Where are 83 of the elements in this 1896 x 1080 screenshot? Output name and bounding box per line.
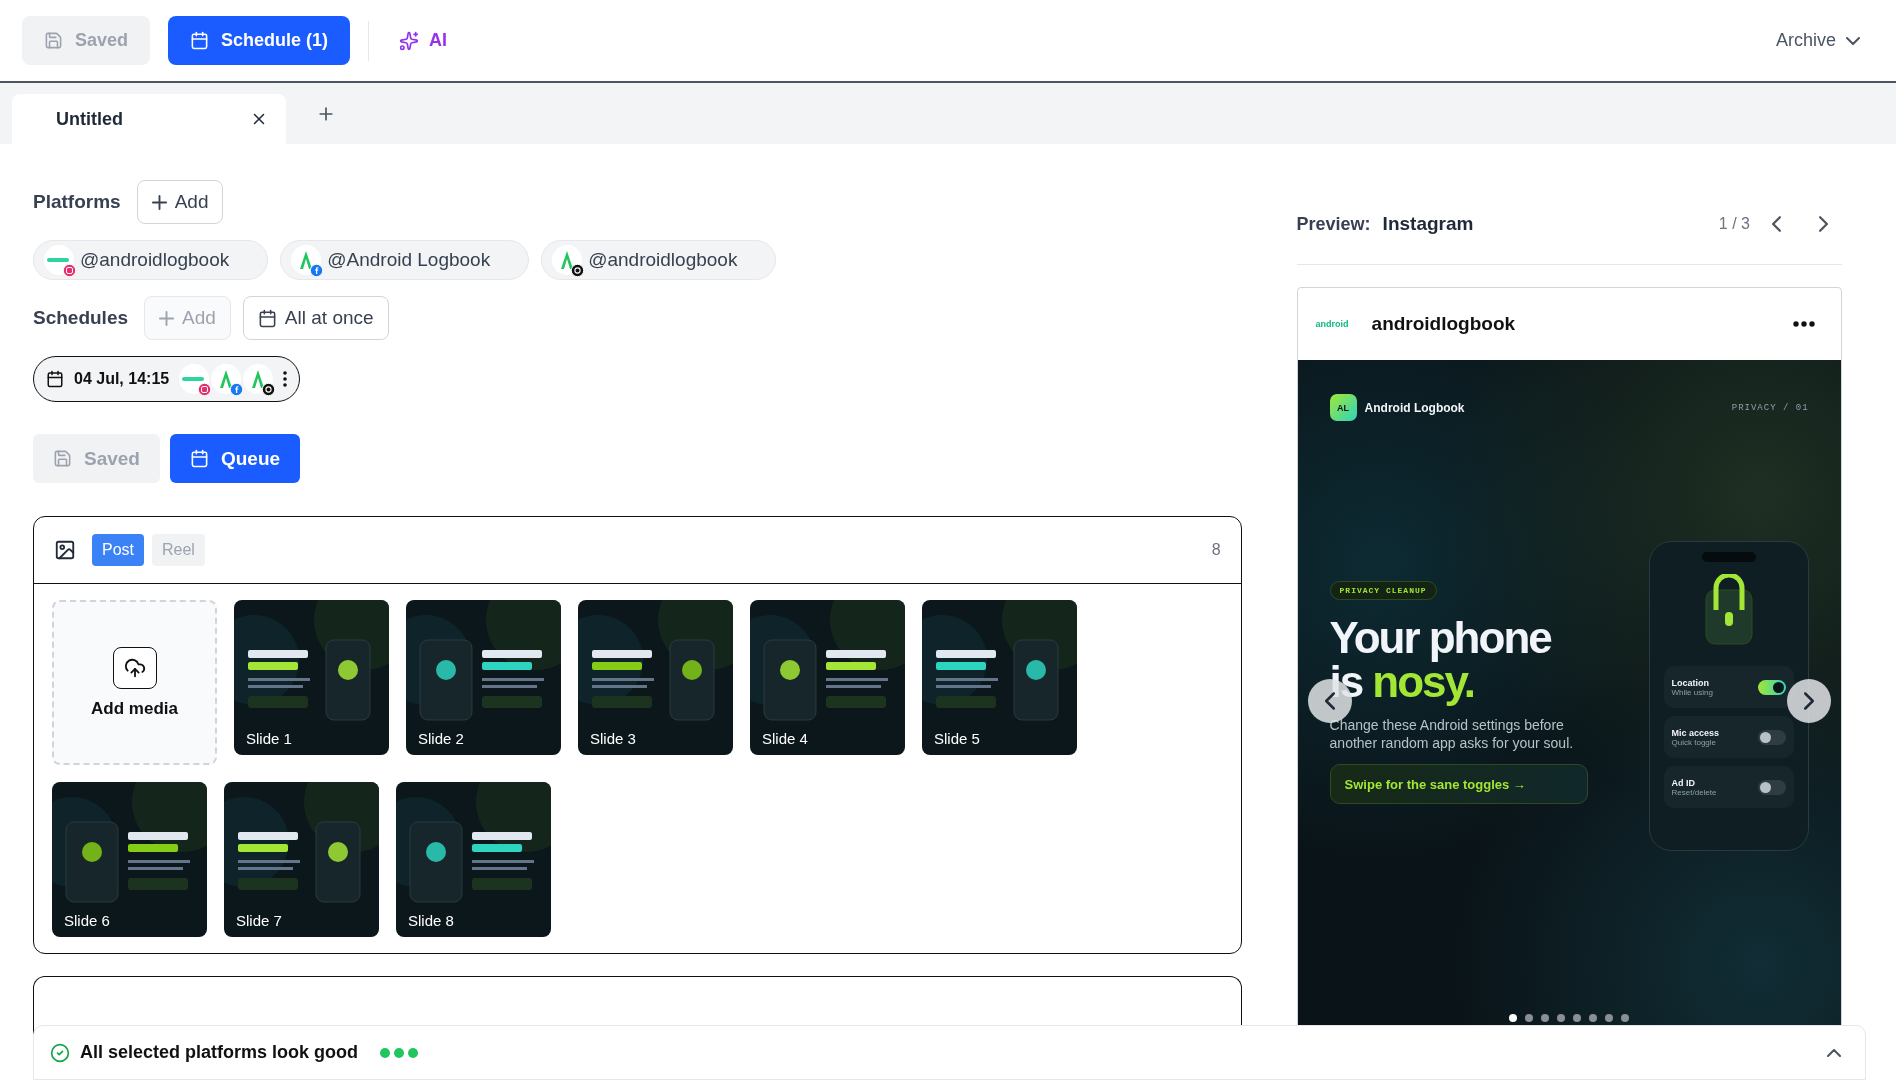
calendar-icon [190,31,210,50]
account-chip[interactable]: @androidlogbook [541,240,777,280]
schedule-button[interactable]: Schedule (1) [168,16,351,65]
facebook-badge-icon [310,264,324,277]
chevron-right-icon [1803,692,1814,710]
slide-thumbnail[interactable]: Slide 2 [406,600,561,755]
headline: Your phone [1329,616,1552,660]
status-text: All selected platforms look good [80,1042,359,1063]
schedules-label: Schedules [33,307,129,329]
slide-label: Slide 3 [590,730,636,747]
archive-dropdown[interactable]: Archive [1761,30,1874,51]
chevron-down-icon [1846,36,1860,45]
preview-platform: Instagram [1382,213,1474,235]
facebook-badge-icon [230,383,244,396]
brand-badge: AL [1329,394,1357,421]
headline: is [1329,660,1363,704]
instagram-badge-icon [63,264,76,277]
calendar-icon [46,370,64,388]
all-at-once-button[interactable]: All at once [242,296,389,340]
slide-thumbnail[interactable]: Slide 4 [750,600,905,755]
carousel-dot[interactable] [1605,1014,1614,1022]
slide-label: Slide 8 [408,912,454,929]
slide-label: Slide 2 [418,730,464,747]
slide-label: Slide 4 [762,730,808,747]
slide-tag: PRIVACY / 01 [1731,402,1809,413]
slide-body-text: Change these Android settings before another random app asks for your soul. [1329,716,1575,752]
check-circle-icon [50,1042,70,1063]
calendar-icon [190,449,209,468]
slide-label: Slide 1 [246,730,292,747]
next-icon[interactable] [1819,216,1828,232]
add-platform-button[interactable]: Add [136,180,224,224]
more-icon[interactable] [283,371,288,387]
previous-icon[interactable] [1772,216,1781,232]
slide-label: Slide 6 [64,912,110,929]
instagram-badge-icon [198,383,212,396]
slide-thumbnail[interactable]: Slide 3 [578,600,733,755]
plus-icon [151,194,167,210]
threads-badge-icon [262,383,276,396]
setting-row: Ad ID Reset/delete [1663,766,1794,808]
threads-badge-icon [571,264,585,277]
slide-thumbnail[interactable]: Slide 6 [52,782,207,937]
carousel-dot[interactable] [1525,1014,1534,1022]
slide-thumbnail[interactable]: Slide 8 [396,782,551,937]
slide-thumbnail[interactable]: Slide 7 [224,782,379,937]
account-name: androidlogbook [1371,313,1516,335]
brand-name: Android Logbook [1364,400,1465,415]
dots-icon [380,1047,419,1058]
padlock-icon [1703,574,1754,646]
queue-button[interactable]: Queue [170,434,301,483]
slide-thumbnail[interactable]: Slide 5 [922,600,1077,755]
carousel-dot[interactable] [1589,1014,1598,1022]
document-tab[interactable]: Untitled [12,94,286,144]
platforms-label: Platforms [33,191,121,213]
save-icon [53,449,72,468]
ai-button[interactable]: AI [387,30,460,51]
more-icon[interactable] [1792,321,1815,327]
media-type-tab[interactable]: Post [92,534,144,566]
carousel-dot[interactable] [1557,1014,1566,1022]
account-logo: android [1315,319,1350,329]
media-count: 8 [1211,541,1221,559]
calendar-icon [257,308,277,328]
setting-row: Location While using [1663,666,1794,708]
preview-label: Preview: [1296,213,1371,235]
account-chip[interactable]: @Android Logbook [280,240,530,280]
schedule-chip[interactable]: 04 Jul, 14:15 [33,356,301,402]
page-indicator: 1 / 3 [1718,215,1750,233]
save-icon [44,31,63,50]
cta-pill: Swipe for the sane toggles → [1329,764,1588,804]
carousel-dot[interactable] [1509,1014,1518,1022]
add-media-button[interactable]: Add media [52,600,217,765]
sparkles-icon [399,30,420,51]
upload-icon [123,656,146,679]
kicker-pill: PRIVACY CLEANUP [1329,581,1437,600]
carousel-dot[interactable] [1573,1014,1582,1022]
carousel-dot[interactable] [1621,1014,1630,1022]
slide-label: Slide 7 [236,912,282,929]
slide-thumbnail[interactable]: Slide 1 [234,600,389,755]
carousel-dot[interactable] [1541,1014,1550,1022]
plus-icon [159,310,175,326]
slide-label: Slide 5 [934,730,980,747]
image-icon [54,539,76,561]
setting-row: Mic access Quick toggle [1663,716,1794,758]
account-chip[interactable]: @androidlogbook [33,240,269,280]
